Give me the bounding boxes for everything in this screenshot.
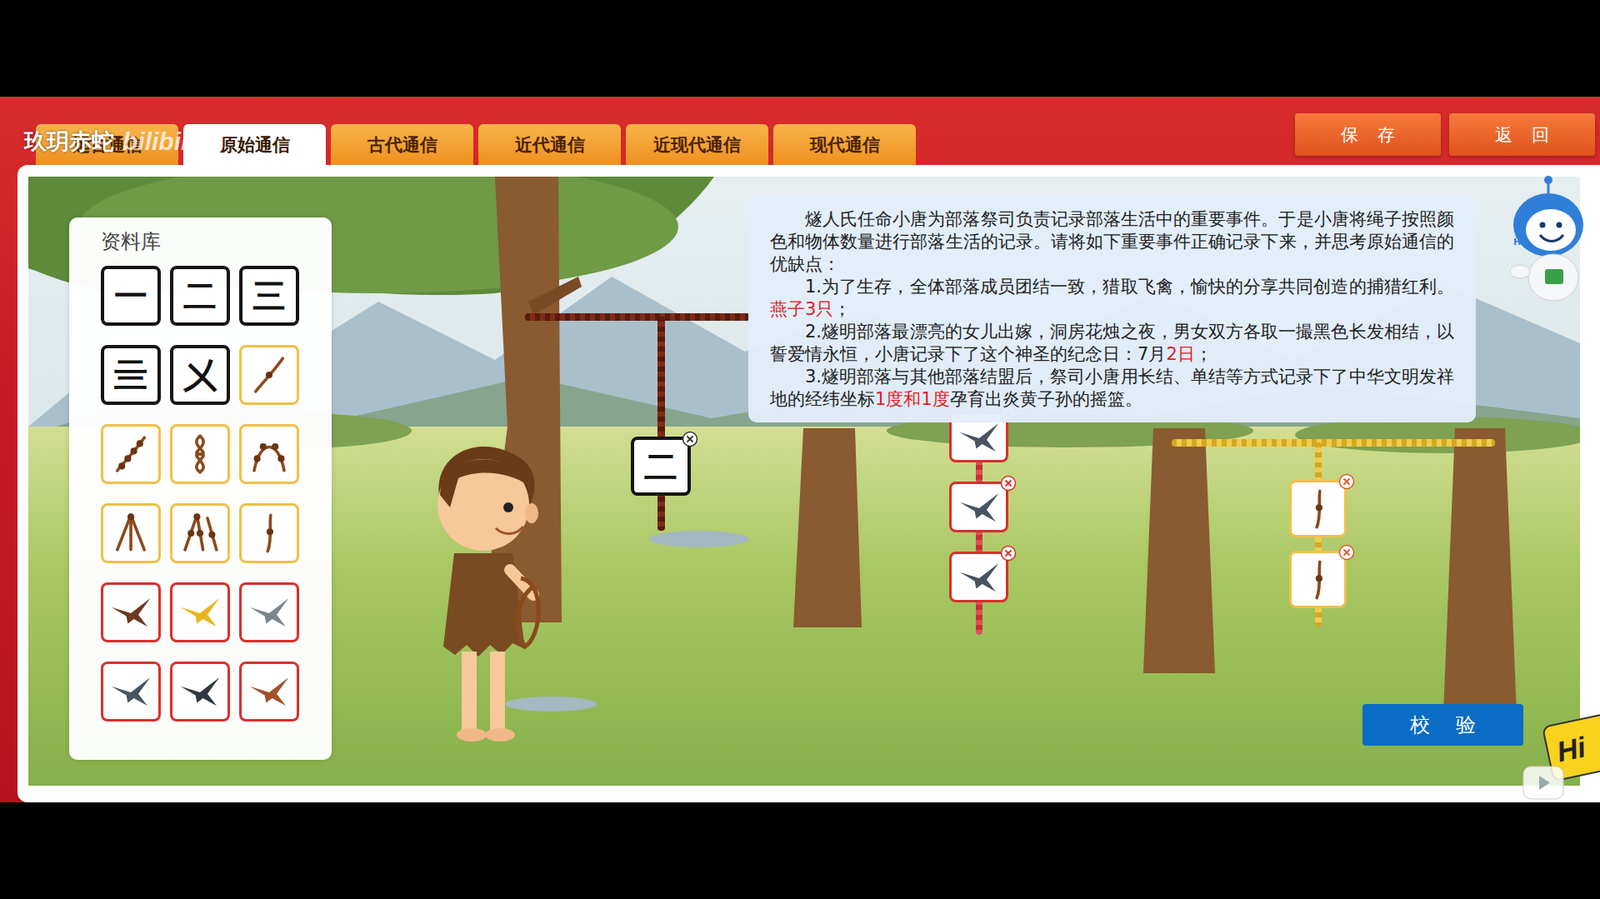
tab[interactable]: 近代通信 <box>478 124 621 165</box>
library-item[interactable] <box>170 661 230 722</box>
task-paragraph: 燧人氏任命小唐为部落祭司负责记录部落生活中的重要事件。于是小唐将绳子按照颜色和物… <box>770 208 1455 276</box>
placed-card[interactable]: 二 <box>630 436 691 496</box>
library-item[interactable] <box>239 424 300 485</box>
library-grid: 一二三亖㐅 <box>100 265 332 722</box>
middle-rope-slots <box>949 411 1009 603</box>
library-item[interactable]: 三 <box>239 265 300 326</box>
remove-icon[interactable] <box>1000 545 1017 562</box>
placed-card[interactable] <box>1289 550 1347 609</box>
boy-character-icon <box>408 428 556 750</box>
library-item[interactable] <box>239 345 300 405</box>
left-rope-beam <box>525 313 750 321</box>
task-paragraph: 3.燧明部落与其他部落结盟后，祭司小唐用长结、单结等方式记录下了中华文明发祥地的… <box>770 365 1455 411</box>
tab[interactable]: 原始通信 <box>183 124 326 165</box>
game-scene: 资料库一二三亖㐅二燧人氏任命小唐为部落祭司负责记录部落生活中的重要事件。于是小唐… <box>28 176 1580 786</box>
library-item[interactable] <box>239 582 300 643</box>
library-item[interactable] <box>100 582 161 643</box>
library-item[interactable]: 㐅 <box>170 345 230 405</box>
tab-bar: 远古通信原始通信古代通信近代通信近现代通信现代通信 <box>35 124 916 165</box>
bird-icon <box>177 590 223 635</box>
robot-mascot-icon: Hi <box>1505 173 1592 306</box>
knot-rope-icon <box>108 431 154 477</box>
bird-icon <box>108 669 154 715</box>
library-item[interactable] <box>170 424 230 485</box>
bilibili-logo: bilibili <box>122 127 195 156</box>
right-rope-beam <box>1171 439 1495 447</box>
content-panel: 资料库一二三亖㐅二燧人氏任命小唐为部落祭司负责记录部落生活中的重要事件。于是小唐… <box>17 165 1600 803</box>
left-rope <box>657 316 665 531</box>
letterbox-bottom <box>0 802 1600 899</box>
verify-button[interactable]: 校 验 <box>1362 704 1524 746</box>
library-item[interactable] <box>170 582 230 643</box>
right-rope-slots <box>1289 480 1347 609</box>
main-frame: 远古通信原始通信古代通信近代通信近现代通信现代通信保 存返 回资料库一二三亖㐅二… <box>0 96 1600 803</box>
mascot-badge: Hi <box>1513 236 1525 248</box>
library-item[interactable] <box>239 661 300 722</box>
library-item[interactable]: 一 <box>100 265 161 326</box>
action-buttons: 保 存返 回 <box>1295 96 1595 165</box>
tab[interactable]: 现代通信 <box>773 124 916 165</box>
library-item[interactable] <box>239 503 300 564</box>
remove-icon[interactable] <box>1000 475 1017 492</box>
knot-rope-icon <box>246 352 292 398</box>
placed-card[interactable] <box>1289 480 1347 538</box>
left-rope-slots: 二 <box>630 436 691 496</box>
task-paragraph: 2.燧明部落最漂亮的女儿出嫁，洞房花烛之夜，男女双方各取一撮黑色长发相结，以誓爱… <box>770 320 1455 366</box>
library-item[interactable]: 二 <box>170 265 230 326</box>
knot-rope-icon <box>177 431 223 477</box>
tab[interactable]: 古代通信 <box>330 124 474 165</box>
play-icon[interactable] <box>1521 765 1565 801</box>
library-item[interactable] <box>100 424 161 485</box>
knot-rope-icon <box>1295 557 1341 603</box>
library-title: 资料库 <box>100 229 332 255</box>
knot-rope-icon <box>177 510 223 556</box>
bird-icon <box>177 669 223 715</box>
tab[interactable]: 近现代通信 <box>625 124 769 165</box>
library-item[interactable]: 亖 <box>100 345 161 405</box>
bird-icon <box>108 590 154 635</box>
bird-icon <box>246 590 292 635</box>
task-description: 燧人氏任命小唐为部落祭司负责记录部落生活中的重要事件。于是小唐将绳子按照颜色和物… <box>748 196 1476 423</box>
swallow-icon <box>956 555 1002 600</box>
remove-icon[interactable] <box>1338 473 1355 490</box>
action-button[interactable]: 返 回 <box>1449 113 1595 156</box>
knot-rope-icon <box>108 510 154 556</box>
letterbox-top <box>0 0 1600 97</box>
knot-rope-icon <box>246 510 292 556</box>
knot-rope-icon <box>246 431 292 477</box>
placed-card[interactable] <box>949 551 1009 603</box>
placed-card[interactable] <box>949 481 1009 533</box>
library-item[interactable] <box>170 503 230 564</box>
app-screen: 远古通信原始通信古代通信近代通信近现代通信现代通信保 存返 回资料库一二三亖㐅二… <box>0 0 1600 899</box>
library-item[interactable] <box>100 503 161 564</box>
task-paragraph: 1.为了生存，全体部落成员团结一致，猎取飞禽，愉快的分享共同创造的捕猎红利。燕子… <box>770 275 1455 321</box>
knot-rope-icon <box>1295 486 1341 532</box>
swallow-icon <box>956 485 1002 530</box>
watermark: 玖玥赤蛇bilibili <box>24 126 195 157</box>
action-button[interactable]: 保 存 <box>1295 113 1441 156</box>
resource-library: 资料库一二三亖㐅 <box>69 217 332 760</box>
bird-icon <box>246 669 292 715</box>
tab[interactable]: 远古通信 <box>35 124 179 165</box>
remove-icon[interactable] <box>681 430 699 448</box>
header-bar: 远古通信原始通信古代通信近代通信近现代通信现代通信 保 存返 回 <box>0 96 1600 165</box>
remove-icon[interactable] <box>1338 544 1355 561</box>
library-item[interactable] <box>100 661 161 722</box>
